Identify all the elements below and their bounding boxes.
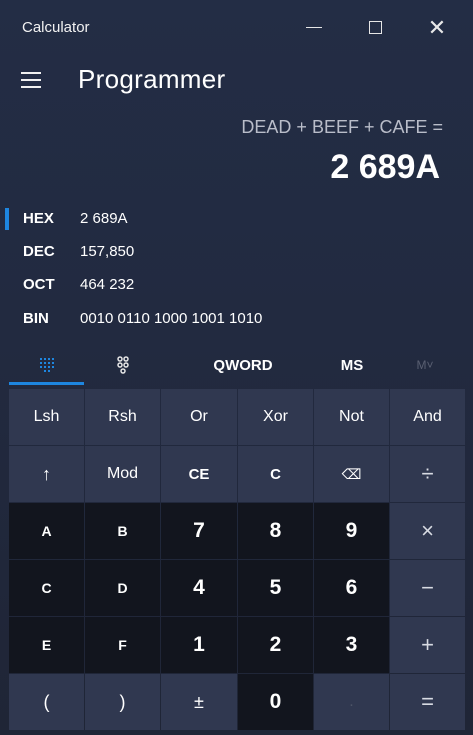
- hex-d-button[interactable]: D: [85, 560, 160, 616]
- memory-store-button[interactable]: MS: [317, 345, 387, 385]
- and-button[interactable]: And: [390, 389, 465, 445]
- mod-button[interactable]: Mod: [85, 446, 160, 502]
- hex-c-button[interactable]: C: [9, 560, 84, 616]
- equals-button[interactable]: =: [390, 674, 465, 730]
- radix-row-oct[interactable]: OCT 464 232: [0, 269, 473, 299]
- digit-2-button[interactable]: 2: [238, 617, 313, 673]
- mode-tab-bar: QWORD MS M˅: [0, 345, 473, 385]
- radix-name: OCT: [23, 275, 55, 293]
- radix-name: HEX: [23, 209, 54, 227]
- radix-row-hex[interactable]: HEX 2 689A: [0, 203, 473, 233]
- keypad: Lsh Rsh Or Xor Not And ↑ Mod CE C ⌫ ÷ A …: [9, 389, 465, 730]
- clear-entry-button[interactable]: CE: [161, 446, 237, 502]
- minus-button[interactable]: −: [390, 560, 465, 616]
- open-paren-button[interactable]: (: [9, 674, 84, 730]
- radix-value: 157,850: [80, 242, 135, 260]
- shift-up-button[interactable]: ↑: [9, 446, 84, 502]
- digit-7-button[interactable]: 7: [161, 503, 237, 559]
- hex-f-button[interactable]: F: [85, 617, 160, 673]
- plus-button[interactable]: +: [390, 617, 465, 673]
- maximize-icon: [368, 21, 382, 34]
- radix-row-dec[interactable]: DEC 157,850: [0, 236, 473, 266]
- multiply-button[interactable]: ×: [390, 503, 465, 559]
- close-icon: ✕: [427, 14, 447, 40]
- decimal-button[interactable]: .: [314, 674, 389, 730]
- radix-name: BIN: [23, 309, 49, 327]
- radix-row-bin[interactable]: BIN 0010 0110 1000 1001 1010: [0, 303, 473, 333]
- digit-3-button[interactable]: 3: [314, 617, 389, 673]
- memory-recall-button[interactable]: M˅: [395, 345, 455, 385]
- hex-b-button[interactable]: B: [85, 503, 160, 559]
- app-title: Calculator: [22, 19, 90, 36]
- bit-toggle-icon: [116, 356, 129, 374]
- selected-marker: [5, 208, 9, 230]
- lsh-button[interactable]: Lsh: [9, 389, 84, 445]
- keypad-grid-icon: [39, 358, 54, 372]
- expression-display: DEAD + BEEF + CAFE =: [241, 117, 443, 137]
- maximize-button[interactable]: [343, 0, 407, 55]
- not-button[interactable]: Not: [314, 389, 389, 445]
- minimize-icon: [306, 27, 322, 28]
- digit-1-button[interactable]: 1: [161, 617, 237, 673]
- close-paren-button[interactable]: ): [85, 674, 160, 730]
- digit-6-button[interactable]: 6: [314, 560, 389, 616]
- digit-8-button[interactable]: 8: [238, 503, 313, 559]
- selected-tab-underline: [9, 382, 84, 385]
- result-display: 2 689A: [330, 148, 440, 186]
- digit-4-button[interactable]: 4: [161, 560, 237, 616]
- backspace-button[interactable]: ⌫: [314, 446, 389, 502]
- mode-title: Programmer: [78, 64, 226, 94]
- xor-button[interactable]: Xor: [238, 389, 313, 445]
- digit-5-button[interactable]: 5: [238, 560, 313, 616]
- hex-e-button[interactable]: E: [9, 617, 84, 673]
- digit-9-button[interactable]: 9: [314, 503, 389, 559]
- word-size-button[interactable]: QWORD: [188, 345, 298, 385]
- hamburger-menu-icon[interactable]: [21, 72, 41, 88]
- digit-0-button[interactable]: 0: [238, 674, 313, 730]
- radix-value: 2 689A: [80, 209, 128, 227]
- close-button[interactable]: ✕: [405, 0, 469, 55]
- tab-bit-toggling-keypad[interactable]: [85, 345, 160, 385]
- tab-full-keypad[interactable]: [9, 345, 84, 385]
- radix-value: 0010 0110 1000 1001 1010: [80, 309, 263, 327]
- rsh-button[interactable]: Rsh: [85, 389, 160, 445]
- negate-button[interactable]: ±: [161, 674, 237, 730]
- or-button[interactable]: Or: [161, 389, 237, 445]
- minimize-button[interactable]: [282, 0, 346, 55]
- divide-button[interactable]: ÷: [390, 446, 465, 502]
- hex-a-button[interactable]: A: [9, 503, 84, 559]
- title-bar: Calculator ✕: [0, 0, 473, 55]
- clear-button[interactable]: C: [238, 446, 313, 502]
- radix-name: DEC: [23, 242, 55, 260]
- radix-value: 464 232: [80, 275, 135, 293]
